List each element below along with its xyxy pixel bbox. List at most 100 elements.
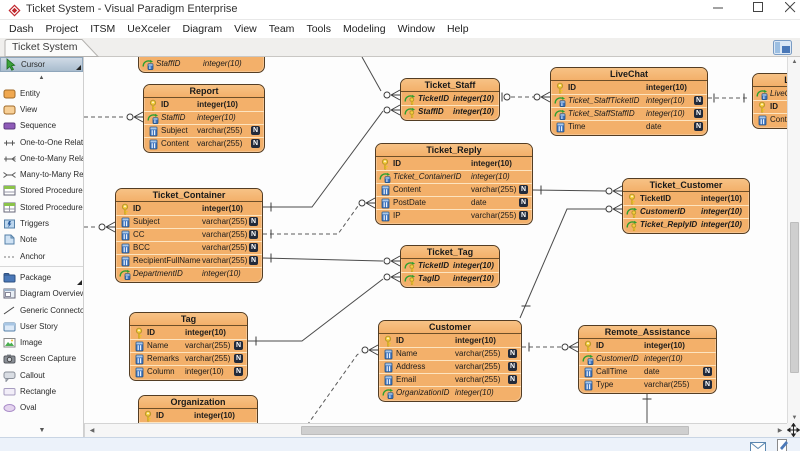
entity-column-row[interactable]: StaffIDinteger(10): [401, 105, 499, 118]
menu-view[interactable]: View: [228, 20, 263, 38]
entity-column-row[interactable]: CCvarchar(255)N: [116, 228, 262, 241]
entity-column-row[interactable]: IDinteger(10): [144, 98, 264, 111]
connector-ticket-container-ticket-reply[interactable]: [263, 198, 375, 239]
entity-column-row[interactable]: Ticket_StaffStaffIDinteger(10)N: [551, 107, 707, 120]
horizontal-scroll-thumb[interactable]: [301, 426, 689, 435]
entity-column-row[interactable]: CallTimedateN: [579, 365, 716, 378]
entity-column-row[interactable]: Contentvarchar(255)N: [376, 183, 532, 196]
connector-customer-remote-assistance[interactable]: [522, 342, 578, 352]
entity-column-row[interactable]: IDinteger(10): [139, 409, 257, 422]
palette-scroll-up[interactable]: ▲: [0, 72, 83, 85]
palette-item-oval[interactable]: Oval: [0, 400, 83, 416]
connector-livechat-livechat-content[interactable]: [708, 94, 748, 103]
entity-ticket-customer[interactable]: Ticket_CustomerTicketIDinteger(10)Custom…: [622, 178, 750, 234]
minimize-button[interactable]: [704, 0, 732, 20]
entity-livechat[interactable]: LiveChatIDinteger(10)Ticket_StaffTicketI…: [550, 67, 708, 136]
connector-customer-ticket-customer[interactable]: [520, 204, 622, 318]
entity-staff-partial[interactable]: StaffIDinteger(10): [138, 57, 265, 73]
entity-column-row[interactable]: LiveCh: [753, 87, 787, 100]
menu-modeling[interactable]: Modeling: [337, 20, 392, 38]
entity-column-row[interactable]: StaffIDinteger(10): [139, 57, 264, 70]
document-icon[interactable]: [777, 439, 789, 451]
entity-column-row[interactable]: RecipientFullNamevarchar(255)N: [116, 254, 262, 267]
vertical-scrollbar[interactable]: ▲ ▼: [787, 57, 800, 423]
palette-item-screen-capture[interactable]: Screen Capture: [0, 351, 83, 367]
palette-scroll-down[interactable]: ▼: [0, 427, 84, 434]
entity-ticket-container[interactable]: Ticket_ContainerIDinteger(10)Subjectvarc…: [115, 188, 263, 283]
palette-item-entity[interactable]: Entity: [0, 85, 83, 101]
maximize-button[interactable]: [744, 0, 772, 20]
entity-column-row[interactable]: Addressvarchar(255)N: [379, 360, 521, 373]
scroll-down-arrow[interactable]: ▼: [788, 415, 800, 421]
connector-ticket-container-ticket-tag[interactable]: [263, 254, 400, 267]
entity-column-row[interactable]: TicketIDinteger(10): [623, 192, 749, 205]
entity-organization[interactable]: OrganizationIDinteger(10)Namevarchar(255…: [138, 395, 258, 423]
entity-column-row[interactable]: IDinteger(10): [551, 81, 707, 94]
entity-report[interactable]: ReportIDinteger(10)StaffIDinteger(10)Sub…: [143, 84, 265, 153]
entity-column-row[interactable]: Ticket_ReplyIDinteger(10): [623, 218, 749, 231]
palette-item-image[interactable]: Image: [0, 334, 83, 350]
vertical-scroll-thumb[interactable]: [790, 222, 799, 373]
palette-item-stored-procedures[interactable]: Stored Procedures: [0, 183, 83, 199]
palette-item-rectangle[interactable]: Rectangle: [0, 383, 83, 399]
entity-column-row[interactable]: Emailvarchar(255)N: [379, 373, 521, 386]
entity-column-row[interactable]: IDinteger(10): [579, 339, 716, 352]
menu-itsm[interactable]: ITSM: [84, 20, 121, 38]
entity-ticket-staff[interactable]: Ticket_StaffTicketIDinteger(10)StaffIDin…: [400, 78, 500, 121]
menu-help[interactable]: Help: [441, 20, 475, 38]
entity-column-row[interactable]: Namevarchar(255)N: [379, 347, 521, 360]
palette-item-one-to-many-relationship[interactable]: One-to-Many Relationship: [0, 150, 83, 166]
close-button[interactable]: [776, 0, 800, 20]
entity-column-row[interactable]: TicketIDinteger(10): [401, 259, 499, 272]
menu-team[interactable]: Team: [263, 20, 301, 38]
entity-column-row[interactable]: IDinteger(10): [376, 157, 532, 170]
entity-column-row[interactable]: IPvarchar(255)N: [376, 209, 532, 222]
entity-livechat-content[interactable]: LLiveChIDConten: [752, 73, 787, 129]
entity-column-row[interactable]: IDinteger(10): [379, 334, 521, 347]
entity-column-row[interactable]: IDinteger(10): [116, 202, 262, 215]
entity-column-row[interactable]: Typevarchar(255)N: [579, 378, 716, 391]
entity-column-row[interactable]: CustomerIDinteger(10): [623, 205, 749, 218]
connector-ticket-staff-livechat[interactable]: [502, 92, 550, 102]
palette-item-generic-connector[interactable]: Generic Connector: [0, 302, 83, 318]
entity-column-row[interactable]: TagIDinteger(10): [401, 272, 499, 285]
horizontal-scrollbar[interactable]: ◀ ▶: [84, 423, 787, 437]
palette-item-triggers[interactable]: Triggers: [0, 215, 83, 231]
palette-item-stored-procedure-resultset[interactable]: Stored Procedure Resultset: [0, 199, 83, 215]
entity-ticket-reply[interactable]: Ticket_ReplyIDinteger(10)Ticket_Containe…: [375, 143, 533, 225]
menu-diagram[interactable]: Diagram: [176, 20, 228, 38]
entity-customer[interactable]: CustomerIDinteger(10)Namevarchar(255)NAd…: [378, 320, 522, 402]
connector-organization-customer[interactable]: [303, 345, 378, 423]
menu-uexceler[interactable]: UeXceler: [121, 20, 176, 38]
entity-column-row[interactable]: ID: [753, 100, 787, 113]
entity-column-row[interactable]: PostDatedateN: [376, 196, 532, 209]
entity-remote-assistance[interactable]: Remote_AssistanceIDinteger(10)CustomerID…: [578, 325, 717, 394]
palette-item-diagram-overview[interactable]: Diagram Overview: [0, 286, 83, 302]
entity-column-row[interactable]: Subjectvarchar(255)N: [144, 124, 264, 137]
diagram-canvas[interactable]: StaffIDinteger(10)ReportIDinteger(10)Sta…: [84, 57, 787, 423]
palette-item-many-to-many-relationship[interactable]: Many-to-Many Relationship: [0, 166, 83, 182]
entity-column-row[interactable]: BCCvarchar(255)N: [116, 241, 262, 254]
connector-offscreen-left-report[interactable]: [84, 112, 143, 122]
connector-offscreen-left-ticket-container[interactable]: [84, 222, 115, 232]
entity-column-row[interactable]: IDinteger(10): [130, 326, 247, 339]
tab-label[interactable]: Ticket System: [12, 41, 78, 53]
palette-item-one-to-one-relationship[interactable]: One-to-One Relationship: [0, 134, 83, 150]
entity-column-row[interactable]: CustomerIDinteger(10): [579, 352, 716, 365]
entity-column-row[interactable]: StaffIDinteger(10): [144, 111, 264, 124]
scroll-right-arrow[interactable]: ▶: [775, 427, 785, 434]
entity-column-row[interactable]: Ticket_ContainerIDinteger(10): [376, 170, 532, 183]
entity-column-row[interactable]: Contentvarchar(255)N: [144, 137, 264, 150]
palette-item-view[interactable]: View: [0, 101, 83, 117]
scroll-up-arrow[interactable]: ▲: [788, 59, 800, 65]
entity-column-row[interactable]: Namevarchar(255)N: [130, 339, 247, 352]
palette-item-note[interactable]: Note: [0, 232, 83, 248]
palette-item-package[interactable]: Package: [0, 269, 83, 285]
entity-tag[interactable]: TagIDinteger(10)Namevarchar(255)NRemarks…: [129, 312, 248, 381]
scroll-left-arrow[interactable]: ◀: [87, 427, 97, 434]
palette-item-callout[interactable]: Callout: [0, 367, 83, 383]
entity-column-row[interactable]: TicketIDinteger(10): [401, 92, 499, 105]
connector-remote-assistance-offscreen-bottom[interactable]: [643, 390, 652, 423]
menu-project[interactable]: Project: [40, 20, 85, 38]
entity-column-row[interactable]: Columninteger(10)N: [130, 365, 247, 378]
